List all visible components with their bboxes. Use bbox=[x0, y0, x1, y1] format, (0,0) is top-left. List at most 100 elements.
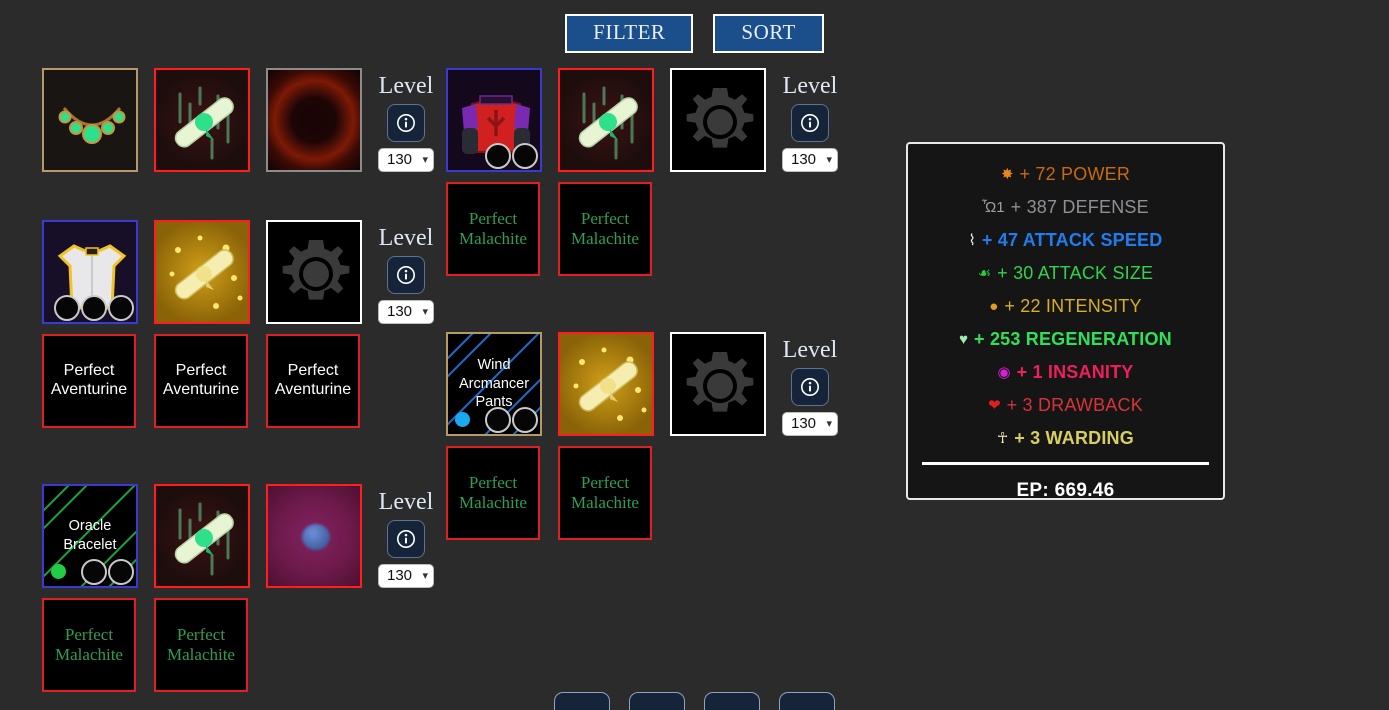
necklace-icon bbox=[44, 70, 136, 170]
stats-panel: ✸ + 72 POWER Ὦ1 + 387 DEFENSE ⌇ + 47 ATTACK S… bbox=[906, 142, 1225, 501]
item-slot[interactable] bbox=[446, 68, 542, 172]
gem-slot[interactable]: Perfect Aventurine bbox=[266, 334, 360, 428]
heart-plus-icon: ♥ bbox=[959, 331, 969, 348]
gem-slot[interactable]: Perfect Malachite bbox=[558, 182, 652, 276]
level-control: Level 130 ▾ bbox=[370, 490, 442, 588]
gem-slot[interactable]: Perfect Aventurine bbox=[154, 334, 248, 428]
socket-icon[interactable] bbox=[54, 295, 80, 321]
stat-text: + 387 DEFENSE bbox=[1010, 197, 1149, 217]
nav-button-3[interactable] bbox=[704, 692, 760, 710]
gem-name: Perfect Malachite bbox=[459, 472, 527, 512]
socket-icon[interactable] bbox=[512, 407, 538, 433]
info-circle-icon[interactable] bbox=[791, 368, 829, 406]
socket-icon[interactable] bbox=[485, 407, 511, 433]
level-select[interactable]: 130 bbox=[378, 148, 434, 172]
item-slot[interactable] bbox=[42, 220, 138, 324]
socket-icon[interactable] bbox=[108, 295, 134, 321]
socket-icon[interactable] bbox=[81, 295, 107, 321]
level-control: Level 130 ▾ bbox=[370, 226, 442, 324]
scroll-slot[interactable] bbox=[154, 484, 250, 588]
red-orb-icon bbox=[268, 70, 360, 170]
gem-name: Perfect Malachite bbox=[167, 624, 235, 664]
gem-name: Perfect Malachite bbox=[459, 208, 527, 248]
socket-icon[interactable] bbox=[81, 559, 107, 585]
stat-row: Ὦ1 + 387 DEFENSE bbox=[918, 191, 1213, 224]
gear-icon bbox=[672, 70, 764, 170]
magenta-orb-icon bbox=[268, 486, 360, 586]
star-icon: ✸ bbox=[1000, 166, 1014, 183]
gold-scroll-icon bbox=[560, 334, 652, 434]
level-select[interactable]: 130 bbox=[782, 148, 838, 172]
stat-text: + 3 WARDING bbox=[1014, 428, 1134, 448]
scroll-slot[interactable] bbox=[154, 220, 250, 324]
info-circle-icon[interactable] bbox=[791, 104, 829, 142]
socket-row bbox=[81, 559, 134, 585]
gem-name: Perfect Malachite bbox=[571, 208, 639, 248]
orb-slot[interactable] bbox=[266, 220, 362, 324]
scroll-slot[interactable] bbox=[154, 68, 250, 172]
gem-name: Perfect Aventurine bbox=[274, 362, 352, 398]
gem-name: Perfect Aventurine bbox=[162, 362, 240, 398]
socket-icon[interactable] bbox=[512, 143, 538, 169]
level-select[interactable]: 130 bbox=[378, 564, 434, 588]
gold-scroll-icon bbox=[156, 222, 248, 322]
orb-slot[interactable] bbox=[670, 332, 766, 436]
gem-slot[interactable]: Perfect Malachite bbox=[154, 598, 248, 692]
orb-slot[interactable] bbox=[266, 484, 362, 588]
level-label: Level bbox=[378, 73, 434, 99]
top-toolbar: FILTER SORT bbox=[0, 14, 1389, 54]
scroll-slot[interactable] bbox=[558, 68, 654, 172]
gem-slot[interactable]: Perfect Malachite bbox=[558, 446, 652, 540]
broken-heart-icon: ❤ bbox=[988, 397, 1001, 414]
socket-icon[interactable] bbox=[108, 559, 134, 585]
shield-icon: Ὦ1 bbox=[982, 199, 1005, 216]
stat-text: + 253 REGENERATION bbox=[974, 329, 1172, 349]
stat-row: ❤ + 3 DRAWBACK bbox=[918, 389, 1213, 422]
gear-icon bbox=[672, 334, 764, 434]
sort-button[interactable]: SORT bbox=[713, 14, 824, 54]
stat-text: + 47 ATTACK SPEED bbox=[981, 230, 1163, 250]
stat-text: + 30 ATTACK SIZE bbox=[997, 263, 1154, 283]
socket-row bbox=[485, 143, 538, 169]
nav-button-2[interactable] bbox=[629, 692, 685, 710]
item-slot[interactable] bbox=[42, 68, 138, 172]
item-slot[interactable]: Wind Arcmancer Pants bbox=[446, 332, 542, 436]
info-circle-icon[interactable] bbox=[387, 256, 425, 294]
stat-row: ◉ + 1 INSANITY bbox=[918, 356, 1213, 389]
info-circle-icon[interactable] bbox=[387, 104, 425, 142]
gem-name: Perfect Aventurine bbox=[50, 362, 128, 398]
stat-row: ☥ + 3 WARDING bbox=[918, 422, 1213, 455]
gear-icon bbox=[268, 222, 360, 322]
nav-button-4[interactable] bbox=[779, 692, 835, 710]
level-select[interactable]: 130 bbox=[782, 412, 838, 436]
gem-slot[interactable]: Perfect Malachite bbox=[446, 182, 540, 276]
scroll-slot[interactable] bbox=[558, 332, 654, 436]
rarity-dot-icon bbox=[455, 412, 470, 427]
level-label: Level bbox=[782, 73, 838, 99]
stat-text: + 3 DRAWBACK bbox=[1006, 395, 1143, 415]
stat-row: ⌇ + 47 ATTACK SPEED bbox=[918, 224, 1213, 257]
bottom-nav bbox=[0, 692, 1389, 710]
stat-text: + 72 POWER bbox=[1019, 164, 1131, 184]
info-circle-icon[interactable] bbox=[387, 520, 425, 558]
level-label: Level bbox=[378, 489, 434, 515]
orb-slot[interactable] bbox=[266, 68, 362, 172]
socket-icon[interactable] bbox=[485, 143, 511, 169]
gem-slot[interactable]: Perfect Malachite bbox=[42, 598, 136, 692]
green-scroll-icon bbox=[156, 486, 248, 586]
gem-slot[interactable]: Perfect Malachite bbox=[446, 446, 540, 540]
orb-slot[interactable] bbox=[670, 68, 766, 172]
stat-row: ☙ + 30 ATTACK SIZE bbox=[918, 257, 1213, 290]
level-select[interactable]: 130 bbox=[378, 300, 434, 324]
gem-slot[interactable]: Perfect Aventurine bbox=[42, 334, 136, 428]
filter-button[interactable]: FILTER bbox=[565, 14, 694, 54]
item-slot[interactable]: Oracle Bracelet bbox=[42, 484, 138, 588]
gem-name: Perfect Malachite bbox=[55, 624, 123, 664]
nav-button-1[interactable] bbox=[554, 692, 610, 710]
stats-divider bbox=[922, 462, 1209, 465]
level-control: Level 130 ▾ bbox=[774, 74, 846, 172]
level-control: Level 130 ▾ bbox=[774, 338, 846, 436]
leaf-icon: ☙ bbox=[977, 265, 992, 282]
green-scroll-icon bbox=[560, 70, 652, 170]
socket-row bbox=[485, 407, 538, 433]
